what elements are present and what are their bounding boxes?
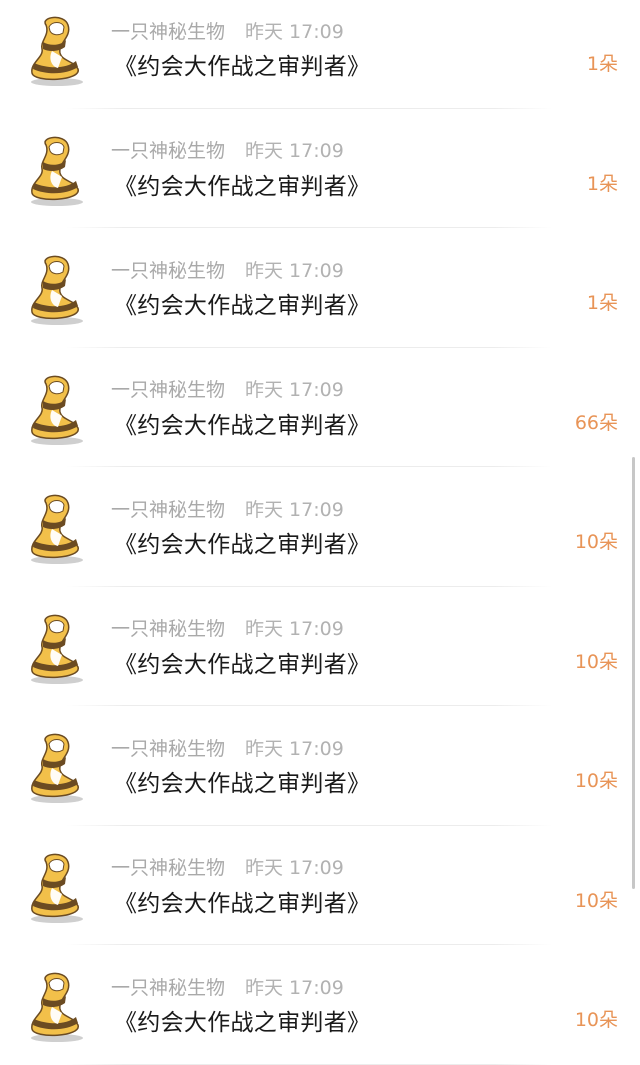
list-item[interactable]: 一只神秘生物 昨天 17:09 《约会大作战之审判者》 10朵 bbox=[0, 945, 640, 1065]
sandworm-mascot-icon bbox=[31, 614, 83, 684]
avatar[interactable] bbox=[24, 489, 88, 565]
meta-line: 一只神秘生物 昨天 17:09 bbox=[111, 973, 344, 999]
timestamp: 昨天 17:09 bbox=[245, 259, 344, 282]
gift-record-list: 一只神秘生物 昨天 17:09 《约会大作战之审判者》 1朵 一只神秘生物 昨天… bbox=[0, 0, 640, 1065]
gift-title: 《约会大作战之审判者》 bbox=[114, 173, 371, 200]
gift-title: 《约会大作战之审判者》 bbox=[114, 54, 371, 80]
avatar[interactable] bbox=[24, 609, 88, 685]
sandworm-mascot-icon bbox=[31, 255, 83, 325]
list-item[interactable]: 一只神秘生物 昨天 17:09 《约会大作战之审判者》 66朵 bbox=[0, 348, 640, 468]
list-item[interactable]: 一只神秘生物 昨天 17:09 《约会大作战之审判者》 10朵 bbox=[0, 467, 640, 587]
timestamp: 昨天 17:09 bbox=[245, 379, 344, 401]
username[interactable]: 一只神秘生物 bbox=[111, 973, 225, 1000]
meta-line: 一只神秘生物 昨天 17:09 bbox=[111, 17, 344, 43]
list-item[interactable]: 一只神秘生物 昨天 17:09 《约会大作战之审判者》 1朵 bbox=[0, 0, 640, 109]
gift-title: 《约会大作战之审判者》 bbox=[114, 771, 371, 797]
timestamp: 昨天 17:09 bbox=[245, 857, 344, 879]
list-item[interactable]: 一只神秘生物 昨天 17:09 《约会大作战之审判者》 1朵 bbox=[0, 228, 640, 348]
avatar[interactable] bbox=[24, 370, 88, 446]
gift-title: 《约会大作战之审判者》 bbox=[114, 651, 371, 678]
flower-count: 10朵 bbox=[574, 770, 618, 792]
username[interactable]: 一只神秘生物 bbox=[111, 256, 225, 283]
username[interactable]: 一只神秘生物 bbox=[111, 17, 225, 44]
meta-line: 一只神秘生物 昨天 17:09 bbox=[111, 256, 344, 282]
avatar[interactable] bbox=[24, 728, 88, 804]
timestamp: 昨天 17:09 bbox=[245, 976, 344, 999]
meta-line: 一只神秘生物 昨天 17:09 bbox=[111, 495, 344, 521]
username[interactable]: 一只神秘生物 bbox=[111, 853, 225, 880]
list-item[interactable]: 一只神秘生物 昨天 17:09 《约会大作战之审判者》 1朵 bbox=[0, 109, 640, 229]
gift-title: 《约会大作战之审判者》 bbox=[114, 1010, 371, 1036]
flower-count: 10朵 bbox=[574, 531, 618, 553]
meta-line: 一只神秘生物 昨天 17:09 bbox=[111, 376, 344, 402]
gift-title: 《约会大作战之审判者》 bbox=[114, 890, 371, 917]
sandworm-mascot-icon bbox=[31, 375, 83, 445]
timestamp: 昨天 17:09 bbox=[245, 618, 344, 640]
sandworm-mascot-icon bbox=[31, 16, 83, 86]
username[interactable]: 一只神秘生物 bbox=[111, 136, 225, 163]
timestamp: 昨天 17:09 bbox=[245, 737, 344, 760]
gift-title: 《约会大作战之审判者》 bbox=[114, 532, 371, 558]
gift-title: 《约会大作战之审判者》 bbox=[114, 412, 371, 439]
list-item[interactable]: 一只神秘生物 昨天 17:09 《约会大作战之审判者》 10朵 bbox=[0, 587, 640, 707]
list-item[interactable]: 一只神秘生物 昨天 17:09 《约会大作战之审判者》 10朵 bbox=[0, 826, 640, 946]
avatar[interactable] bbox=[24, 11, 88, 87]
flower-count: 1朵 bbox=[586, 53, 618, 75]
flower-count: 1朵 bbox=[586, 292, 618, 314]
avatar[interactable] bbox=[24, 848, 88, 924]
username[interactable]: 一只神秘生物 bbox=[111, 495, 225, 522]
timestamp: 昨天 17:09 bbox=[245, 498, 344, 521]
flower-count: 10朵 bbox=[574, 1009, 618, 1031]
avatar[interactable] bbox=[24, 250, 88, 326]
gift-title: 《约会大作战之审判者》 bbox=[114, 293, 371, 319]
meta-line: 一只神秘生物 昨天 17:09 bbox=[111, 137, 344, 163]
meta-line: 一只神秘生物 昨天 17:09 bbox=[111, 854, 344, 880]
list-item[interactable]: 一只神秘生物 昨天 17:09 《约会大作战之审判者》 10朵 bbox=[0, 706, 640, 826]
username[interactable]: 一只神秘生物 bbox=[111, 614, 225, 641]
sandworm-mascot-icon bbox=[31, 494, 83, 564]
flower-count: 66朵 bbox=[574, 411, 618, 434]
meta-line: 一只神秘生物 昨天 17:09 bbox=[111, 734, 344, 760]
timestamp: 昨天 17:09 bbox=[245, 140, 344, 162]
scrollbar[interactable] bbox=[632, 457, 635, 889]
flower-count: 10朵 bbox=[574, 650, 618, 673]
sandworm-mascot-icon bbox=[31, 853, 83, 923]
avatar[interactable] bbox=[24, 131, 88, 207]
sandworm-mascot-icon bbox=[31, 136, 83, 206]
flower-count: 1朵 bbox=[586, 172, 618, 195]
avatar[interactable] bbox=[24, 967, 88, 1043]
username[interactable]: 一只神秘生物 bbox=[111, 734, 225, 761]
sandworm-mascot-icon bbox=[31, 733, 83, 803]
timestamp: 昨天 17:09 bbox=[245, 20, 344, 43]
sandworm-mascot-icon bbox=[31, 972, 83, 1042]
meta-line: 一只神秘生物 昨天 17:09 bbox=[111, 615, 344, 641]
flower-count: 10朵 bbox=[574, 889, 618, 912]
username[interactable]: 一只神秘生物 bbox=[111, 375, 225, 402]
